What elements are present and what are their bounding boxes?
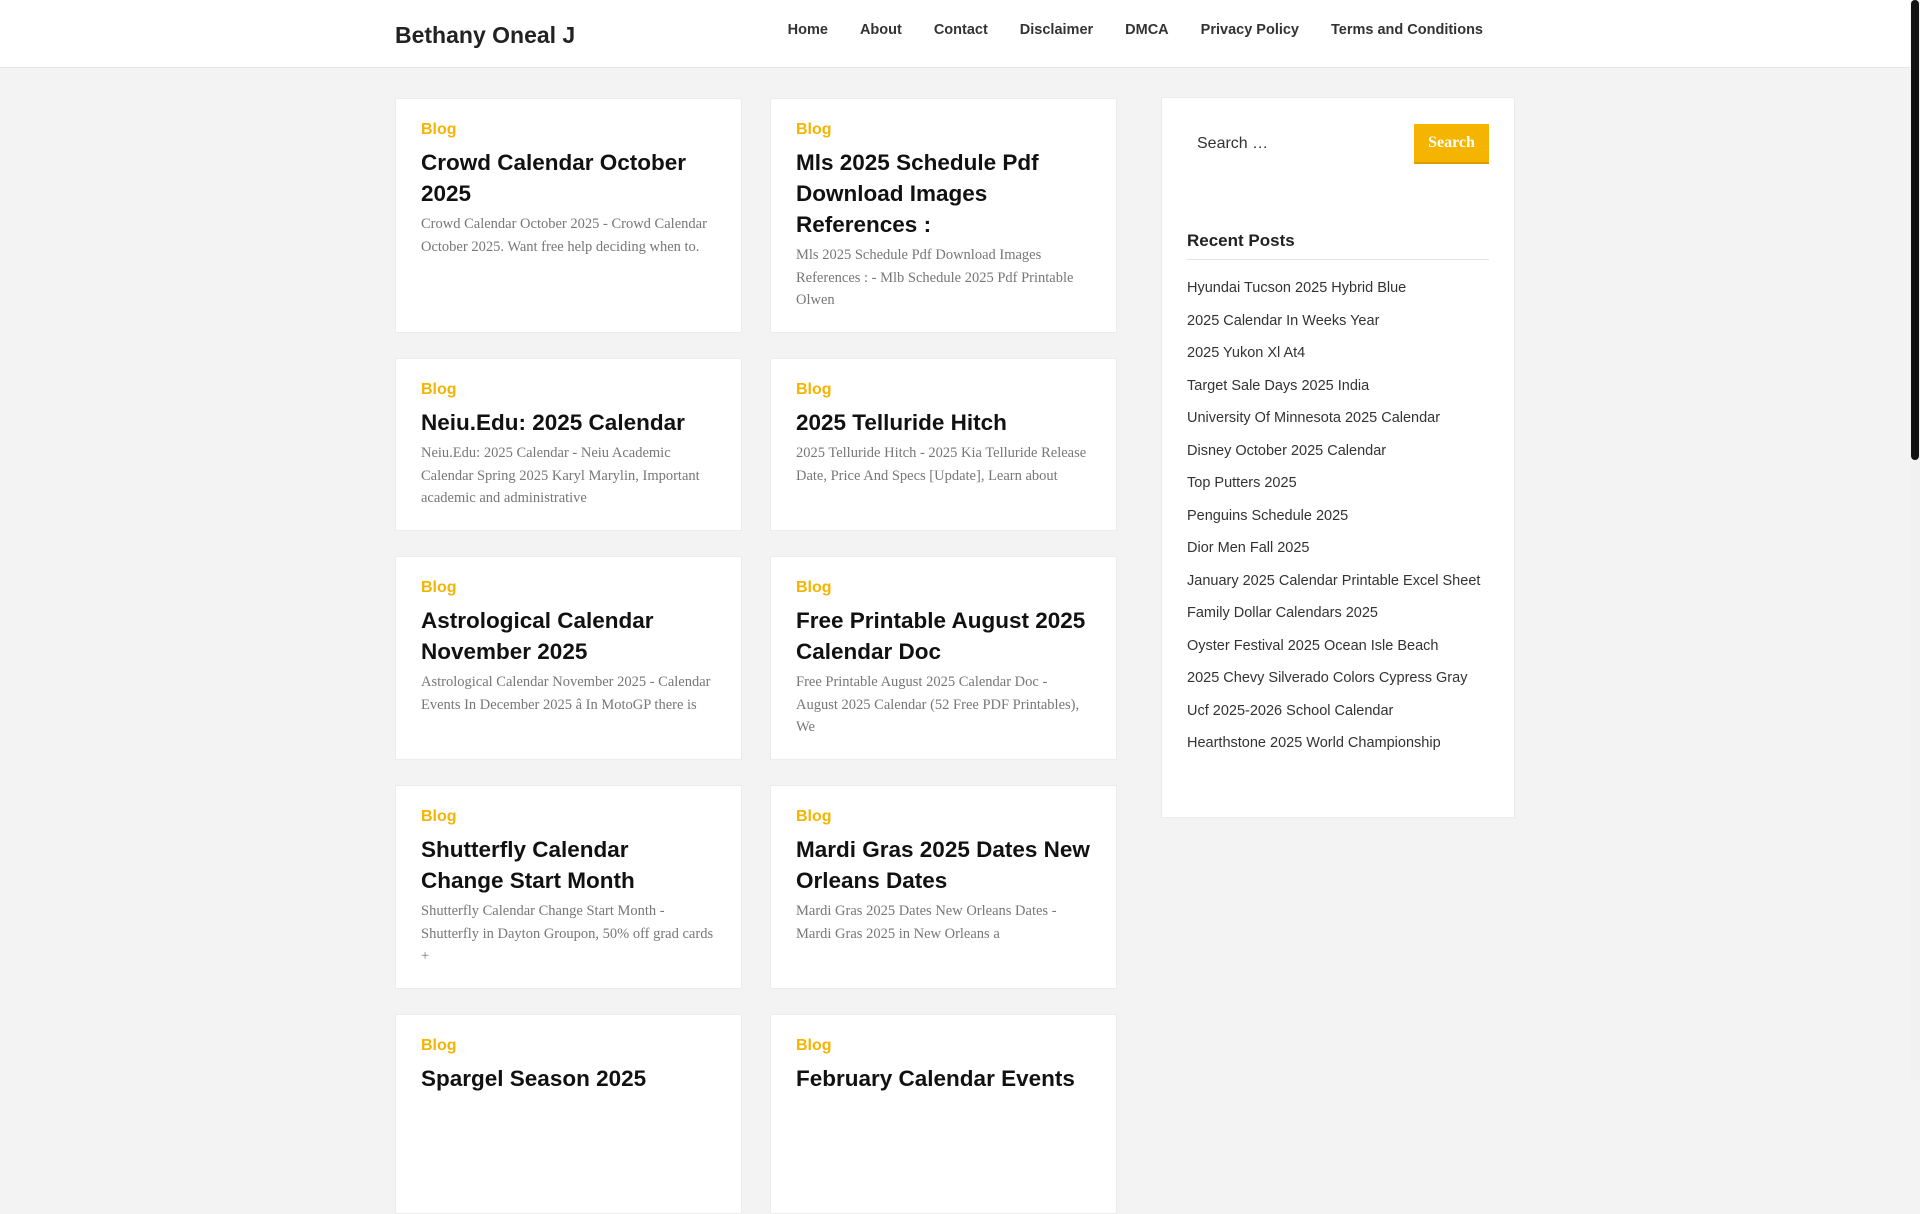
- post-excerpt: Neiu.Edu: 2025 Calendar - Neiu Academic …: [421, 445, 700, 506]
- post-excerpt: Shutterfly Calendar Change Start Month -…: [421, 903, 714, 964]
- post-title[interactable]: Mardi Gras 2025 Dates New Orleans Dates: [796, 834, 1091, 896]
- post-title[interactable]: 2025 Telluride Hitch: [796, 407, 1091, 438]
- post-category[interactable]: Blog: [421, 121, 457, 139]
- post-excerpt: Astrological Calendar November 2025 - Ca…: [421, 674, 711, 713]
- recent-post-link[interactable]: Top Putters 2025: [1187, 467, 1489, 500]
- post-category[interactable]: Blog: [796, 579, 832, 597]
- nav-privacy-policy[interactable]: Privacy Policy: [1185, 20, 1315, 40]
- recent-post-link[interactable]: Penguins Schedule 2025: [1187, 500, 1489, 533]
- post-title[interactable]: Free Printable August 2025 Calendar Doc: [796, 605, 1091, 667]
- post-card: Blog Crowd Calendar October 2025 Crowd C…: [395, 98, 742, 333]
- post-category[interactable]: Blog: [421, 579, 457, 597]
- post-title[interactable]: Crowd Calendar October 2025: [421, 147, 716, 209]
- nav-dmca[interactable]: DMCA: [1109, 20, 1185, 40]
- post-card: Blog Spargel Season 2025: [395, 1014, 742, 1214]
- post-category[interactable]: Blog: [796, 121, 832, 139]
- recent-post-link[interactable]: Hyundai Tucson 2025 Hybrid Blue: [1187, 272, 1489, 305]
- recent-post-link[interactable]: Family Dollar Calendars 2025: [1187, 597, 1489, 630]
- site-header: Bethany Oneal J Home About Contact Discl…: [0, 0, 1910, 68]
- sidebar: Search Recent Posts Hyundai Tucson 2025 …: [1161, 97, 1515, 818]
- post-category[interactable]: Blog: [796, 381, 832, 399]
- search-form: Search: [1187, 123, 1489, 165]
- recent-post-link[interactable]: 2025 Yukon Xl At4: [1187, 337, 1489, 370]
- nav-terms[interactable]: Terms and Conditions: [1315, 20, 1499, 40]
- post-excerpt: 2025 Telluride Hitch - 2025 Kia Tellurid…: [796, 445, 1087, 484]
- recent-posts-list: Hyundai Tucson 2025 Hybrid Blue 2025 Cal…: [1187, 272, 1489, 760]
- site-title[interactable]: Bethany Oneal J: [395, 22, 575, 49]
- post-title[interactable]: Shutterfly Calendar Change Start Month: [421, 834, 716, 896]
- main-nav: Home About Contact Disclaimer DMCA Priva…: [772, 20, 1499, 40]
- post-category[interactable]: Blog: [421, 381, 457, 399]
- search-button[interactable]: Search: [1414, 124, 1489, 164]
- post-category[interactable]: Blog: [796, 1037, 832, 1055]
- post-title[interactable]: Neiu.Edu: 2025 Calendar: [421, 407, 716, 438]
- post-title[interactable]: February Calendar Events: [796, 1063, 1091, 1094]
- recent-post-link[interactable]: Oyster Festival 2025 Ocean Isle Beach: [1187, 630, 1489, 663]
- post-card: Blog Shutterfly Calendar Change Start Mo…: [395, 785, 742, 989]
- nav-about[interactable]: About: [844, 20, 918, 40]
- recent-post-link[interactable]: 2025 Calendar In Weeks Year: [1187, 305, 1489, 338]
- post-card: Blog Mardi Gras 2025 Dates New Orleans D…: [770, 785, 1117, 989]
- post-card: Blog Neiu.Edu: 2025 Calendar Neiu.Edu: 2…: [395, 358, 742, 531]
- post-card: Blog 2025 Telluride Hitch 2025 Telluride…: [770, 358, 1117, 531]
- recent-post-link[interactable]: Hearthstone 2025 World Championship: [1187, 727, 1489, 760]
- post-card: Blog Mls 2025 Schedule Pdf Download Imag…: [770, 98, 1117, 333]
- recent-post-link[interactable]: Target Sale Days 2025 India: [1187, 370, 1489, 403]
- post-category[interactable]: Blog: [421, 808, 457, 826]
- recent-post-link[interactable]: Dior Men Fall 2025: [1187, 532, 1489, 565]
- post-excerpt: Free Printable August 2025 Calendar Doc …: [796, 674, 1080, 735]
- post-title[interactable]: Astrological Calendar November 2025: [421, 605, 716, 667]
- post-grid: Blog Crowd Calendar October 2025 Crowd C…: [395, 98, 1117, 1214]
- recent-post-link[interactable]: University Of Minnesota 2025 Calendar: [1187, 402, 1489, 435]
- post-category[interactable]: Blog: [796, 808, 832, 826]
- recent-posts-heading: Recent Posts: [1187, 231, 1489, 260]
- search-input[interactable]: [1187, 124, 1414, 164]
- post-card: Blog Astrological Calendar November 2025…: [395, 556, 742, 760]
- post-title[interactable]: Spargel Season 2025: [421, 1063, 716, 1094]
- scrollbar-thumb[interactable]: [1911, 0, 1919, 460]
- recent-post-link[interactable]: January 2025 Calendar Printable Excel Sh…: [1187, 565, 1489, 598]
- nav-home[interactable]: Home: [772, 20, 844, 40]
- post-excerpt: Mardi Gras 2025 Dates New Orleans Dates …: [796, 903, 1057, 942]
- post-excerpt: Mls 2025 Schedule Pdf Download Images Re…: [796, 247, 1074, 308]
- recent-post-link[interactable]: Ucf 2025-2026 School Calendar: [1187, 695, 1489, 728]
- post-card: Blog February Calendar Events: [770, 1014, 1117, 1214]
- post-excerpt: Crowd Calendar October 2025 - Crowd Cale…: [421, 216, 707, 255]
- nav-contact[interactable]: Contact: [918, 20, 1004, 40]
- post-card: Blog Free Printable August 2025 Calendar…: [770, 556, 1117, 760]
- nav-disclaimer[interactable]: Disclaimer: [1004, 20, 1109, 40]
- page-scrollbar[interactable]: [1910, 0, 1920, 1080]
- recent-post-link[interactable]: Disney October 2025 Calendar: [1187, 435, 1489, 468]
- recent-post-link[interactable]: 2025 Chevy Silverado Colors Cypress Gray: [1187, 662, 1489, 695]
- post-category[interactable]: Blog: [421, 1037, 457, 1055]
- post-title[interactable]: Mls 2025 Schedule Pdf Download Images Re…: [796, 147, 1091, 240]
